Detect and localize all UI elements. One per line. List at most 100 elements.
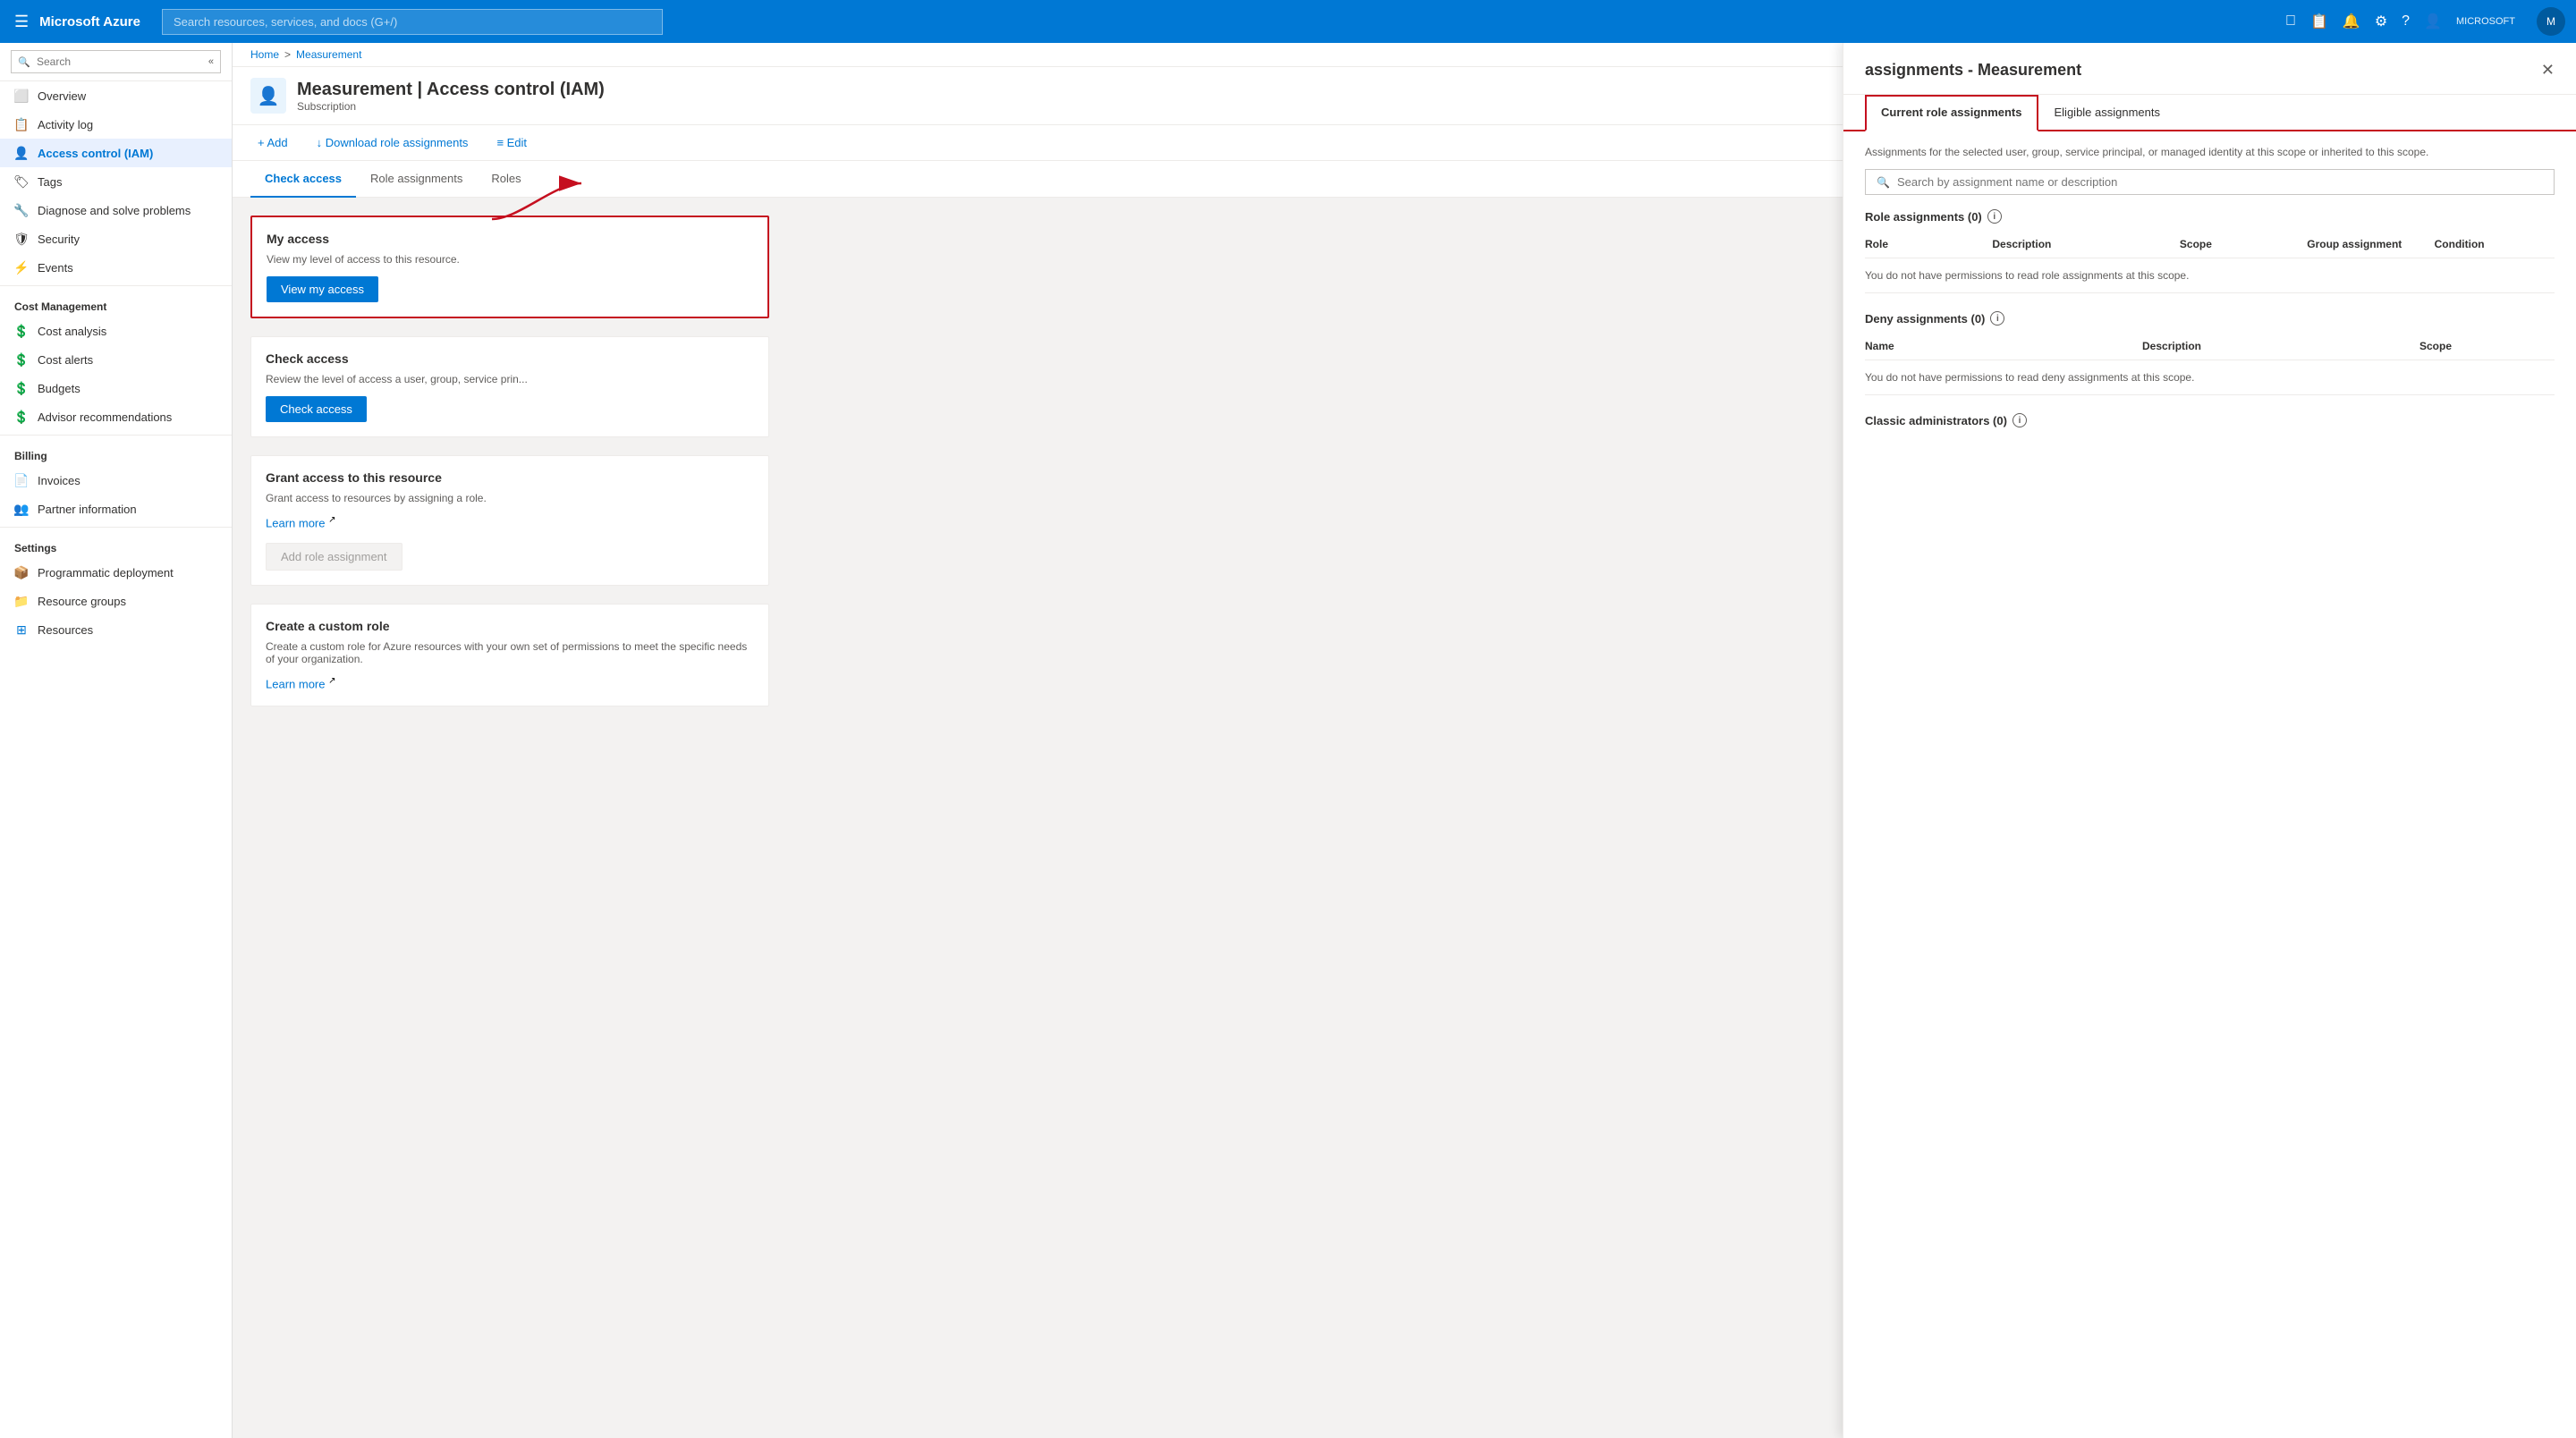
notifications-icon[interactable]: 🔔 (2343, 13, 2360, 30)
deny-assignments-section-header: Deny assignments (0) i (1865, 311, 2555, 326)
panel-tabs: Current role assignments Eligible assign… (1843, 95, 2576, 131)
col-header-name: Name (1865, 340, 2135, 352)
budgets-icon: 💲 (14, 381, 29, 395)
sidebar-item-diagnose[interactable]: 🔧 Diagnose and solve problems (0, 196, 232, 224)
billing-header: Billing (0, 439, 232, 466)
sidebar-item-overview[interactable]: ⬜ Overview (0, 81, 232, 110)
custom-role-title: Create a custom role (266, 619, 754, 633)
hamburger-icon[interactable]: ☰ (11, 9, 32, 35)
col-header-role: Role (1865, 238, 1985, 250)
azure-logo: Microsoft Azure (39, 14, 140, 30)
resource-title-group: Measurement | Access control (IAM) Subsc… (297, 80, 605, 113)
classic-admins-title: Classic administrators (0) (1865, 414, 2007, 427)
settings-icon[interactable]: ⚙ (2375, 13, 2387, 30)
download-button[interactable]: ↓ Download role assignments (309, 132, 476, 153)
overview-icon: ⬜ (14, 89, 29, 103)
custom-role-external-link-icon: ↗ (328, 676, 335, 686)
access-control-icon: 👤 (14, 146, 29, 160)
right-panel: assignments - Measurement ✕ Current role… (1843, 43, 2576, 1438)
col-header-scope: Scope (2180, 238, 2300, 250)
settings-header: Settings (0, 531, 232, 558)
panel-search-icon: 🔍 (1877, 176, 1890, 189)
check-access-description: Review the level of access a user, group… (266, 373, 754, 385)
tab-roles[interactable]: Roles (477, 161, 535, 198)
panel-content: Assignments for the selected user, group… (1843, 131, 2576, 1438)
breadcrumb-home[interactable]: Home (250, 48, 279, 61)
sidebar-item-activity-log[interactable]: 📋 Activity log (0, 110, 232, 139)
role-assignments-table-header: Role Description Scope Group assignment … (1865, 231, 2555, 258)
panel-search-input[interactable] (1897, 175, 2543, 189)
sidebar-search-box: 🔍 « (0, 43, 232, 81)
sidebar: 🔍 « ⬜ Overview 📋 Activity log 👤 Access c… (0, 43, 233, 1438)
sidebar-item-tags[interactable]: 🏷 Tags (0, 167, 232, 196)
check-access-button[interactable]: Check access (266, 396, 367, 422)
check-access-title: Check access (266, 351, 754, 366)
deny-assignments-info-icon[interactable]: i (1990, 311, 2004, 326)
check-access-card: Check access Review the level of access … (250, 336, 769, 437)
deny-assignments-table-header: Name Description Scope (1865, 333, 2555, 360)
panel-description: Assignments for the selected user, group… (1865, 146, 2555, 158)
tags-icon: 🏷 (14, 174, 29, 189)
directory-icon[interactable]: 👤 (2424, 13, 2442, 30)
sidebar-item-resource-groups[interactable]: 📁 Resource groups (0, 587, 232, 615)
user-label: MICROSOFT (2456, 16, 2515, 27)
grant-access-title: Grant access to this resource (266, 470, 754, 485)
my-access-description: View my level of access to this resource… (267, 253, 753, 266)
right-panel-close-button[interactable]: ✕ (2541, 61, 2555, 80)
avatar[interactable]: M (2537, 7, 2565, 36)
edit-columns-button[interactable]: ≡ Edit (489, 132, 534, 153)
resource-title: Measurement | Access control (IAM) (297, 80, 605, 100)
sidebar-item-resources[interactable]: ⊞ Resources (0, 615, 232, 644)
programmatic-icon: 📦 (14, 565, 29, 579)
tab-role-assignments[interactable]: Role assignments (356, 161, 477, 198)
sidebar-item-cost-alerts[interactable]: 💲 Cost alerts (0, 345, 232, 374)
custom-role-description: Create a custom role for Azure resources… (266, 640, 754, 665)
add-button[interactable]: + Add (250, 132, 295, 153)
sidebar-search-wrapper: 🔍 « (11, 50, 221, 73)
tab-check-access[interactable]: Check access (250, 161, 356, 198)
cloud-shell-icon[interactable]:  (2285, 13, 2296, 30)
add-role-assignment-button[interactable]: Add role assignment (266, 543, 402, 571)
resource-groups-icon: 📁 (14, 594, 29, 608)
global-search-input[interactable] (162, 9, 663, 35)
grant-access-description: Grant access to resources by assigning a… (266, 492, 754, 504)
sidebar-item-programmatic[interactable]: 📦 Programmatic deployment (0, 558, 232, 587)
custom-role-learn-more[interactable]: Learn more (266, 678, 325, 691)
grant-access-learn-more[interactable]: Learn more (266, 516, 325, 529)
sidebar-item-events[interactable]: ⚡ Events (0, 253, 232, 282)
sidebar-item-access-control[interactable]: 👤 Access control (IAM) (0, 139, 232, 167)
panel-tab-current[interactable]: Current role assignments (1865, 95, 2038, 131)
classic-admins-section-header: Classic administrators (0) i (1865, 413, 2555, 427)
sidebar-search-input[interactable] (11, 50, 221, 73)
sidebar-item-cost-analysis[interactable]: 💲 Cost analysis (0, 317, 232, 345)
activity-log-icon: 📋 (14, 117, 29, 131)
deny-assignments-empty-message: You do not have permissions to read deny… (1865, 360, 2555, 395)
sidebar-item-budgets[interactable]: 💲 Budgets (0, 374, 232, 402)
grant-access-card: Grant access to this resource Grant acce… (250, 455, 769, 586)
topbar: ☰ Microsoft Azure  📋 🔔 ⚙ ? 👤 MICROSOFT … (0, 0, 2576, 43)
sidebar-item-invoices[interactable]: 📄 Invoices (0, 466, 232, 495)
classic-admins-info-icon[interactable]: i (2012, 413, 2027, 427)
main-layout: 🔍 « ⬜ Overview 📋 Activity log 👤 Access c… (0, 43, 2576, 1438)
invoices-icon: 📄 (14, 473, 29, 487)
sidebar-item-security[interactable]: 🛡 Security (0, 224, 232, 253)
help-icon[interactable]: ? (2402, 13, 2410, 30)
sidebar-item-advisor[interactable]: 💲 Advisor recommendations (0, 402, 232, 431)
col-header-deny-desc: Description (2142, 340, 2412, 352)
role-assignments-empty-message: You do not have permissions to read role… (1865, 258, 2555, 293)
role-assignments-info-icon[interactable]: i (1987, 209, 2002, 224)
topbar-icons:  📋 🔔 ⚙ ? 👤 MICROSOFT M (2285, 7, 2565, 36)
feedback-icon[interactable]: 📋 (2310, 13, 2328, 30)
breadcrumb-current[interactable]: Measurement (296, 48, 361, 61)
col-header-description: Description (1992, 238, 2173, 250)
panel-tab-eligible[interactable]: Eligible assignments (2038, 95, 2177, 130)
sidebar-item-partner[interactable]: 👥 Partner information (0, 495, 232, 523)
custom-role-card: Create a custom role Create a custom rol… (250, 604, 769, 706)
view-my-access-button[interactable]: View my access (267, 276, 378, 302)
right-panel-header: assignments - Measurement ✕ (1843, 43, 2576, 95)
collapse-sidebar-icon[interactable]: « (208, 56, 214, 67)
security-icon: 🛡 (14, 232, 29, 246)
my-access-card: My access View my level of access to thi… (250, 216, 769, 318)
cost-alerts-icon: 💲 (14, 352, 29, 367)
my-access-title: My access (267, 232, 753, 246)
